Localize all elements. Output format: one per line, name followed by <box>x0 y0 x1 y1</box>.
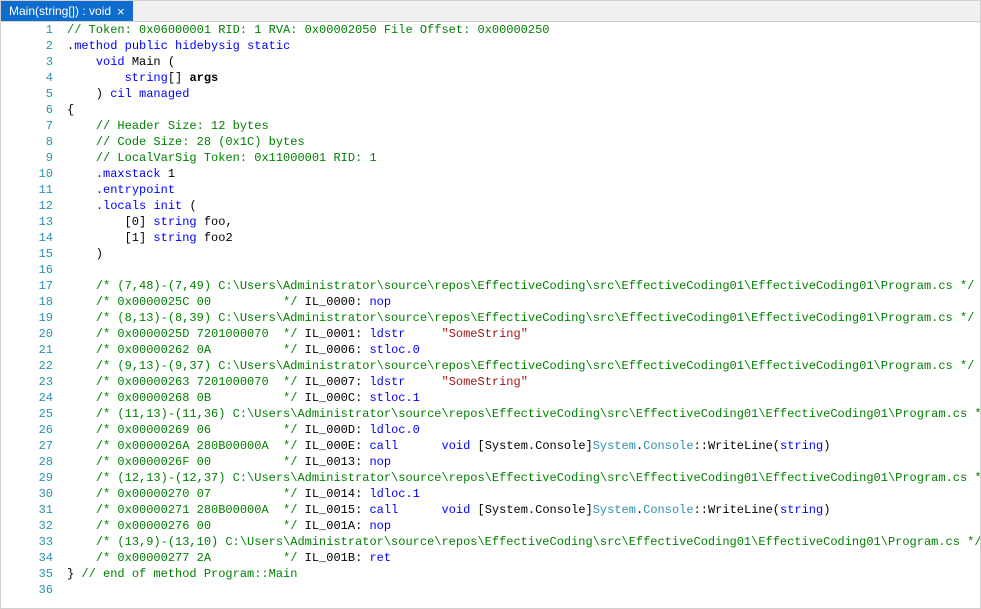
code-line[interactable]: /* 0x00000268 0B */ IL_000C: stloc.1 <box>67 390 980 406</box>
close-icon[interactable]: × <box>117 5 125 18</box>
tab-bar: Main(string[]) : void × <box>1 1 980 22</box>
code-line[interactable]: // Header Size: 12 bytes <box>67 118 980 134</box>
line-number: 11 <box>1 182 53 198</box>
line-number: 33 <box>1 534 53 550</box>
code-line[interactable]: /* 0x00000271 280B00000A */ IL_0015: cal… <box>67 502 980 518</box>
line-number: 12 <box>1 198 53 214</box>
line-number: 31 <box>1 502 53 518</box>
code-line[interactable]: // Code Size: 28 (0x1C) bytes <box>67 134 980 150</box>
line-number: 25 <box>1 406 53 422</box>
line-number: 26 <box>1 422 53 438</box>
code-line[interactable] <box>67 262 980 278</box>
tab-title: Main(string[]) : void <box>9 4 111 18</box>
line-number: 24 <box>1 390 53 406</box>
line-number: 34 <box>1 550 53 566</box>
code-line[interactable]: .entrypoint <box>67 182 980 198</box>
code-line[interactable]: } // end of method Program::Main <box>67 566 980 582</box>
line-number: 16 <box>1 262 53 278</box>
line-number: 13 <box>1 214 53 230</box>
code-line[interactable]: /* 0x0000026A 280B00000A */ IL_000E: cal… <box>67 438 980 454</box>
code-line[interactable]: /* 0x0000025C 00 */ IL_0000: nop <box>67 294 980 310</box>
code-line[interactable]: ) <box>67 246 980 262</box>
tab-active[interactable]: Main(string[]) : void × <box>1 1 133 21</box>
line-number: 23 <box>1 374 53 390</box>
line-number: 22 <box>1 358 53 374</box>
line-number: 19 <box>1 310 53 326</box>
line-number: 15 <box>1 246 53 262</box>
line-number: 6 <box>1 102 53 118</box>
line-number: 14 <box>1 230 53 246</box>
code-area[interactable]: // Token: 0x06000001 RID: 1 RVA: 0x00002… <box>63 22 980 608</box>
code-line[interactable]: // Token: 0x06000001 RID: 1 RVA: 0x00002… <box>67 22 980 38</box>
code-line[interactable]: .maxstack 1 <box>67 166 980 182</box>
code-line[interactable]: string[] args <box>67 70 980 86</box>
line-number: 29 <box>1 470 53 486</box>
code-line[interactable]: /* 0x00000270 07 */ IL_0014: ldloc.1 <box>67 486 980 502</box>
line-number: 5 <box>1 86 53 102</box>
line-number: 3 <box>1 54 53 70</box>
code-line[interactable]: /* 0x00000277 2A */ IL_001B: ret <box>67 550 980 566</box>
code-line[interactable]: ) cil managed <box>67 86 980 102</box>
line-number: 18 <box>1 294 53 310</box>
code-line[interactable]: /* (11,13)-(11,36) C:\Users\Administrato… <box>67 406 980 422</box>
code-editor[interactable]: 1234567891011121314151617181920212223242… <box>1 22 980 608</box>
code-line[interactable]: [0] string foo, <box>67 214 980 230</box>
code-line[interactable]: { <box>67 102 980 118</box>
code-line[interactable]: /* 0x00000262 0A */ IL_0006: stloc.0 <box>67 342 980 358</box>
code-line[interactable]: /* (8,13)-(8,39) C:\Users\Administrator\… <box>67 310 980 326</box>
code-line[interactable]: .locals init ( <box>67 198 980 214</box>
line-number: 10 <box>1 166 53 182</box>
code-line[interactable]: [1] string foo2 <box>67 230 980 246</box>
line-number: 1 <box>1 22 53 38</box>
line-number: 7 <box>1 118 53 134</box>
line-number: 17 <box>1 278 53 294</box>
code-line[interactable]: /* (7,48)-(7,49) C:\Users\Administrator\… <box>67 278 980 294</box>
code-line[interactable]: /* 0x0000026F 00 */ IL_0013: nop <box>67 454 980 470</box>
line-number: 9 <box>1 150 53 166</box>
line-number: 32 <box>1 518 53 534</box>
line-number: 27 <box>1 438 53 454</box>
code-line[interactable]: /* 0x00000269 06 */ IL_000D: ldloc.0 <box>67 422 980 438</box>
code-line[interactable] <box>67 582 980 598</box>
code-line[interactable]: /* (13,9)-(13,10) C:\Users\Administrator… <box>67 534 980 550</box>
line-number: 4 <box>1 70 53 86</box>
code-line[interactable]: /* 0x00000276 00 */ IL_001A: nop <box>67 518 980 534</box>
code-line[interactable]: void Main ( <box>67 54 980 70</box>
code-line[interactable]: /* (9,13)-(9,37) C:\Users\Administrator\… <box>67 358 980 374</box>
line-number: 20 <box>1 326 53 342</box>
code-line[interactable]: /* 0x0000025D 7201000070 */ IL_0001: lds… <box>67 326 980 342</box>
code-line[interactable]: /* 0x00000263 7201000070 */ IL_0007: lds… <box>67 374 980 390</box>
line-number: 30 <box>1 486 53 502</box>
line-number: 21 <box>1 342 53 358</box>
line-number: 28 <box>1 454 53 470</box>
line-number: 35 <box>1 566 53 582</box>
line-number-gutter: 1234567891011121314151617181920212223242… <box>1 22 63 608</box>
code-line[interactable]: .method public hidebysig static <box>67 38 980 54</box>
code-line[interactable]: // LocalVarSig Token: 0x11000001 RID: 1 <box>67 150 980 166</box>
line-number: 36 <box>1 582 53 598</box>
line-number: 2 <box>1 38 53 54</box>
code-line[interactable]: /* (12,13)-(12,37) C:\Users\Administrato… <box>67 470 980 486</box>
line-number: 8 <box>1 134 53 150</box>
